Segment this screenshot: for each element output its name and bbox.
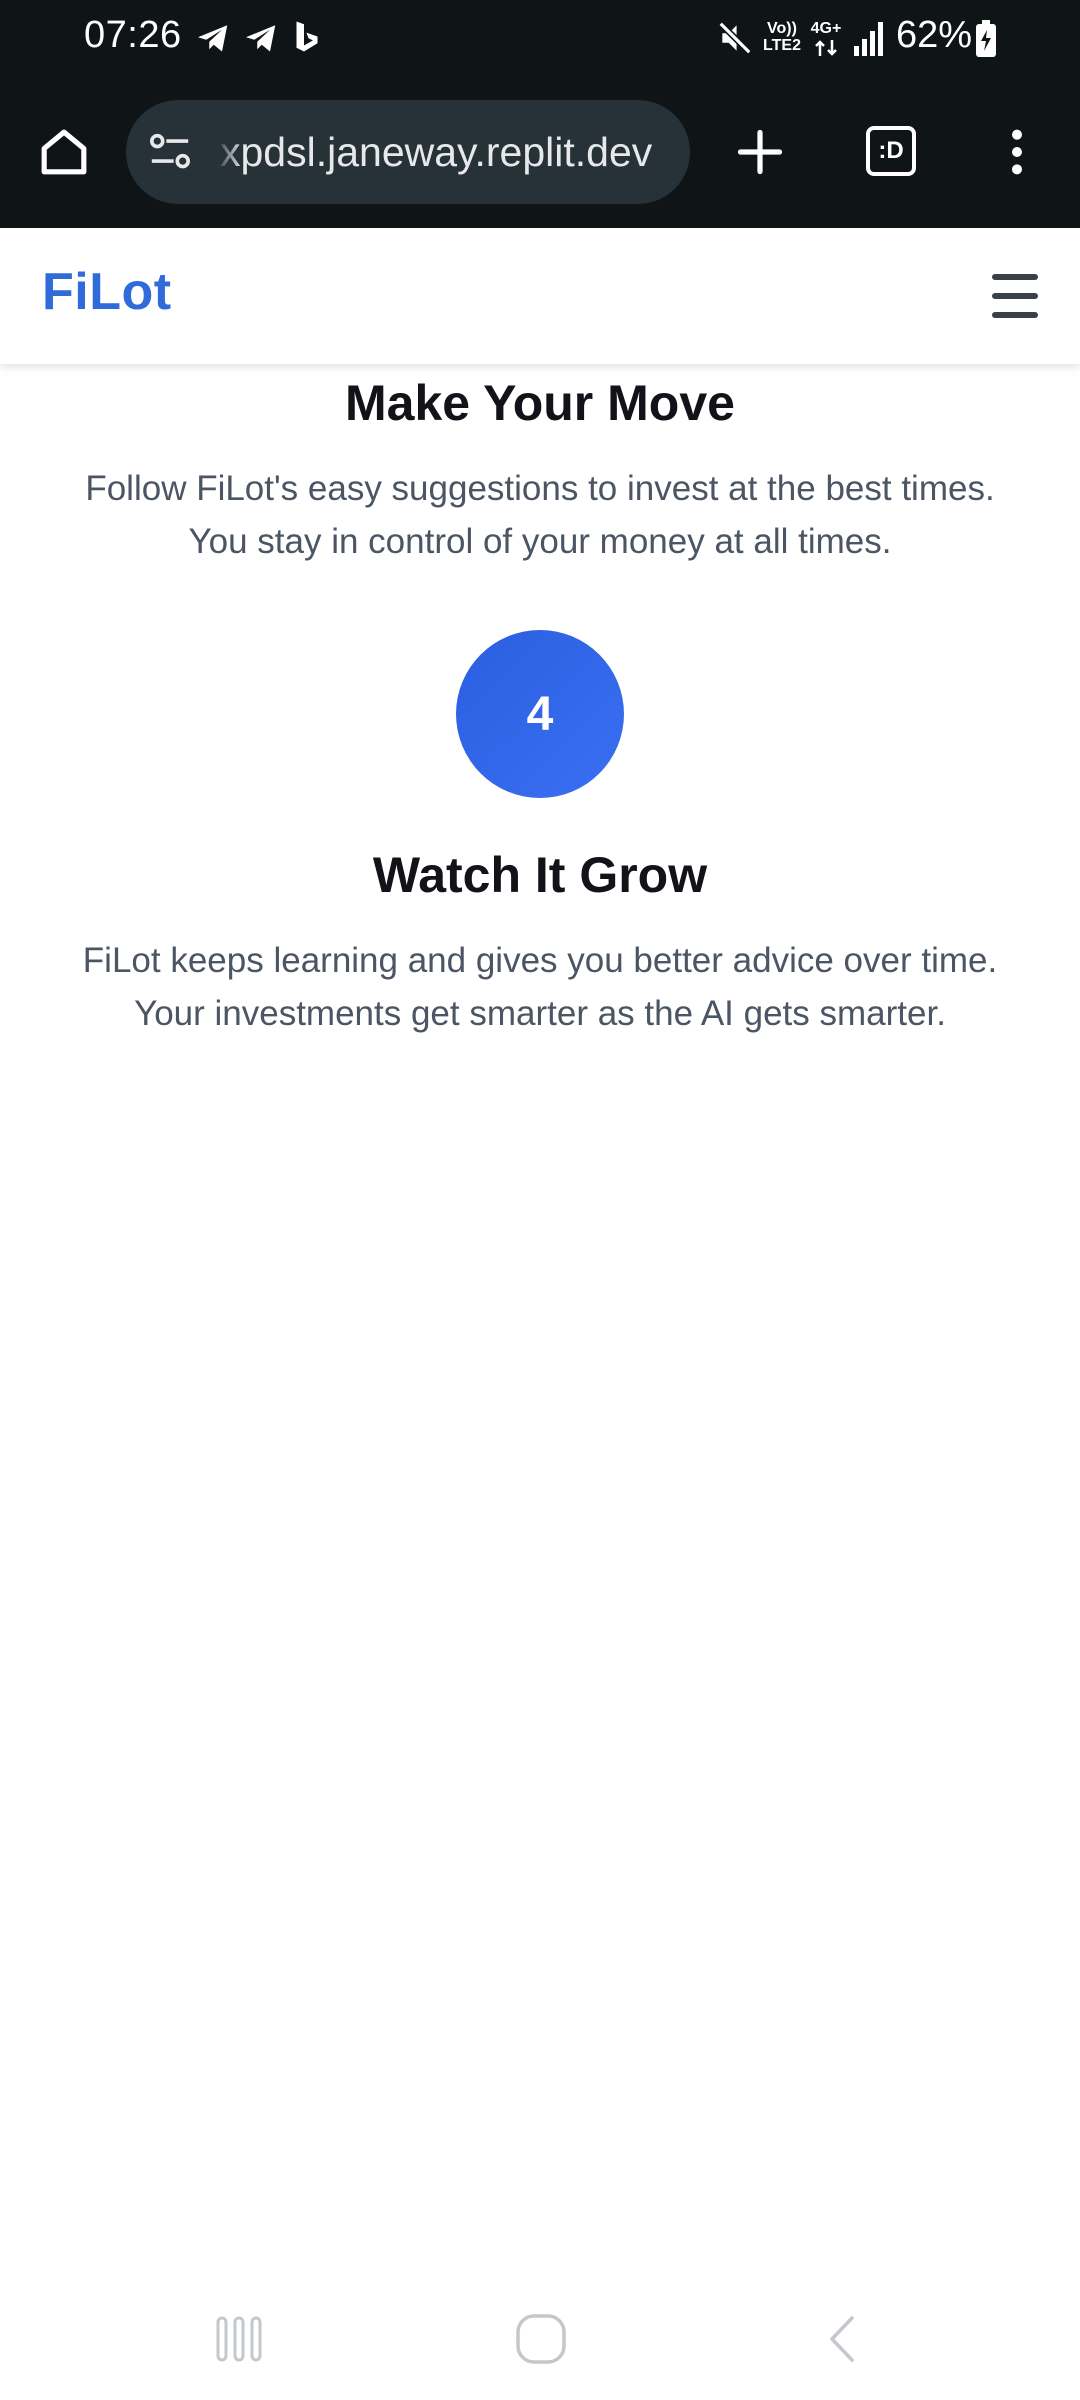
recents-icon[interactable] xyxy=(214,2314,264,2364)
url-fade xyxy=(216,100,242,204)
more-menu-icon[interactable] xyxy=(1002,126,1032,178)
status-time: 07:26 xyxy=(84,14,182,56)
step-number-badge: 4 xyxy=(456,630,624,798)
url-text[interactable]: xpdsl.janeway.replit.dev xyxy=(220,129,680,176)
step-description-line: FiLot keeps learning and gives you bette… xyxy=(82,941,998,980)
telegram-icon xyxy=(198,25,228,52)
new-tab-icon[interactable] xyxy=(734,126,786,178)
site-settings-icon[interactable] xyxy=(148,132,192,172)
data-arrows-icon xyxy=(815,40,837,56)
address-bar[interactable]: xpdsl.janeway.replit.dev xyxy=(126,100,690,204)
tab-switcher-icon[interactable]: :D xyxy=(866,126,916,176)
browser-toolbar: xpdsl.janeway.replit.dev :D xyxy=(0,80,1080,228)
signal-icon xyxy=(854,22,883,56)
step-description: Follow FiLot's easy suggestions to inves… xyxy=(40,462,1040,568)
step-description-line: Your investments get smarter as the AI g… xyxy=(134,994,946,1033)
step-description-line: You stay in control of your money at all… xyxy=(188,522,892,561)
home-icon[interactable] xyxy=(36,124,92,180)
system-navigation-bar xyxy=(0,2280,1080,2400)
battery-charging-icon xyxy=(976,20,996,57)
step-description: FiLot keeps learning and gives you bette… xyxy=(40,934,1040,1040)
step-title: Make Your Move xyxy=(345,375,735,431)
bing-icon xyxy=(296,21,318,52)
status-bar: 07:26 Vo)) LTE2 4G+ 62% xyxy=(0,0,1080,80)
back-icon[interactable] xyxy=(822,2314,862,2364)
site-header: FiLot xyxy=(0,228,1080,364)
home-button-icon[interactable] xyxy=(514,2312,568,2366)
tab-switcher-label: :D xyxy=(878,137,904,164)
mute-icon xyxy=(718,21,752,55)
filot-logo[interactable]: FiLot xyxy=(42,262,172,322)
telegram-icon xyxy=(246,25,276,52)
step-title: Watch It Grow xyxy=(372,847,708,903)
step-description-line: Follow FiLot's easy suggestions to inves… xyxy=(85,469,995,508)
volte-indicator: Vo)) LTE2 xyxy=(763,20,801,54)
network-type: 4G+ xyxy=(810,20,842,37)
battery-percent: 62% xyxy=(896,14,973,56)
hamburger-menu-icon[interactable] xyxy=(984,268,1044,324)
